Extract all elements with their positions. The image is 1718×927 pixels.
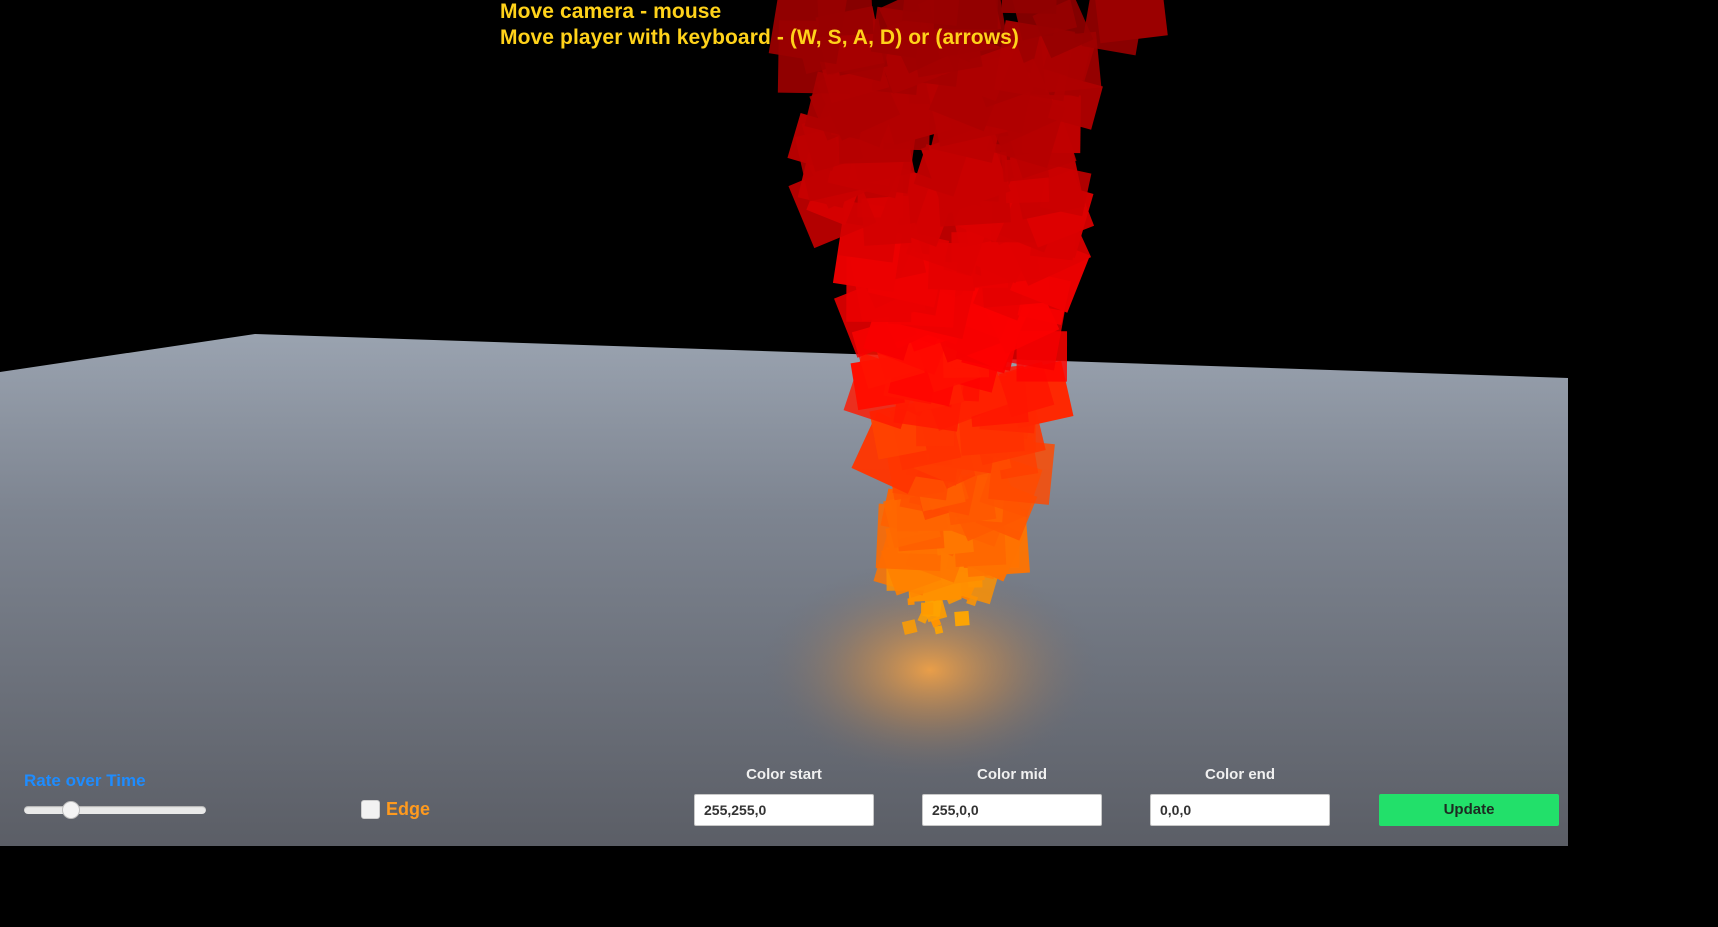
color-mid-input[interactable]: 255,0,0: [922, 794, 1102, 826]
fire-particle: [921, 602, 934, 615]
color-start-label: Color start: [746, 766, 822, 783]
slider-track[interactable]: [24, 806, 206, 814]
edge-label[interactable]: Edge: [386, 799, 430, 820]
color-start-input[interactable]: 255,255,0: [694, 794, 874, 826]
fire-particle: [1001, 0, 1058, 14]
update-button[interactable]: Update: [1379, 794, 1559, 826]
fire-particle: [954, 610, 970, 627]
color-end-input[interactable]: 0,0,0: [1150, 794, 1330, 826]
color-mid-label: Color mid: [977, 766, 1047, 783]
slider-thumb[interactable]: [61, 801, 80, 819]
rate-over-time-label: Rate over Time: [24, 771, 146, 790]
camera-hint: Move camera - mouse: [500, 0, 722, 23]
color-end-label: Color end: [1205, 766, 1275, 783]
player-hint: Move player with keyboard - (W, S, A, D)…: [500, 26, 1020, 49]
edge-checkbox[interactable]: [361, 800, 380, 819]
scene-render: [0, 0, 1568, 846]
game-viewport[interactable]: Move camera - mouse Move player with key…: [0, 0, 1568, 846]
rate-over-time-slider[interactable]: [24, 801, 206, 819]
fire-particle: [1092, 0, 1168, 44]
